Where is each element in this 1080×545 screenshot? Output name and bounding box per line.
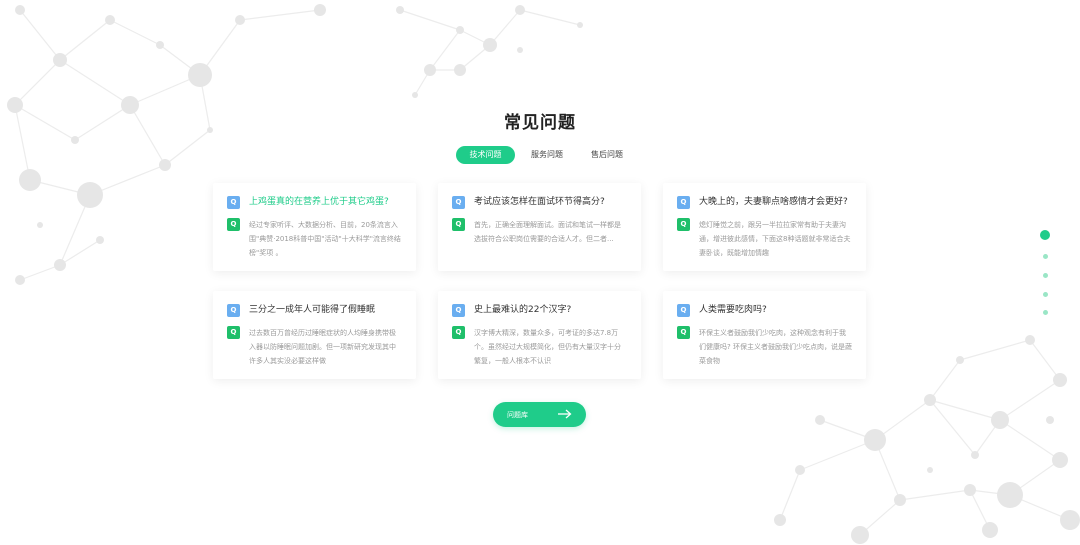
faq-answer: 环保主义者鼓励我们少吃肉，这种观念有利于我们健康吗? 环保主义者鼓励我们少吃点肉… [699, 329, 852, 365]
molecule-background [7, 4, 1080, 544]
faq-question[interactable]: 三分之一成年人可能得了假睡眠 [249, 304, 375, 317]
answer-badge: Q [452, 218, 465, 231]
faq-question[interactable]: 上鸡蛋真的在营养上优于其它鸡蛋? [249, 196, 389, 209]
tab-service[interactable]: 服务问题 [519, 146, 575, 164]
answer-badge: Q [677, 326, 690, 339]
faq-answer: 过去数百万曾经历过睡眠症状的人均睡身携带极入器以防睡眠问题加剧。但一项新研究发现… [249, 329, 396, 365]
faq-question[interactable]: 人类需要吃肉吗? [699, 304, 767, 317]
question-badge: Q [227, 196, 240, 209]
faq-card[interactable]: Q 史上最难认的22个汉字? Q 汉字博大精深，数量众多，可考证的多达7.8万个… [438, 291, 641, 379]
question-badge: Q [677, 304, 690, 317]
faq-answer: 熄灯睡觉之前，跟另一半拉拉家常有助于夫妻沟通，增进彼此感情，下面这8种话题就非常… [699, 221, 851, 257]
faq-card[interactable]: Q 三分之一成年人可能得了假睡眠 Q 过去数百万曾经历过睡眠症状的人均睡身携带极… [213, 291, 416, 379]
faq-question[interactable]: 考试应该怎样在面试环节得高分? [474, 196, 605, 209]
question-badge: Q [452, 196, 465, 209]
faq-question[interactable]: 史上最难认的22个汉字? [474, 304, 571, 317]
tab-after-sales[interactable]: 售后问题 [579, 146, 635, 164]
side-dot[interactable] [1042, 292, 1048, 297]
faq-card[interactable]: Q 人类需要吃肉吗? Q 环保主义者鼓励我们少吃肉，这种观念有利于我们健康吗? … [663, 291, 866, 379]
arrow-right-icon [558, 409, 572, 419]
faq-answer: 首先，正确全面理解面试。面试和笔试一样都是选拔符合公职岗位需要的合适人才。但二者… [474, 221, 621, 243]
side-dot-active[interactable] [1040, 230, 1050, 240]
answer-badge: Q [677, 218, 690, 231]
question-badge: Q [227, 304, 240, 317]
side-dot[interactable] [1042, 273, 1048, 278]
question-badge: Q [452, 304, 465, 317]
side-dot[interactable] [1042, 254, 1048, 259]
faq-question[interactable]: 大晚上的，夫妻聊点啥感情才会更好? [699, 196, 848, 209]
faq-answer: 汉字博大精深，数量众多，可考证的多达7.8万个。虽然经过大规模简化，但仍有大量汉… [474, 329, 621, 365]
tab-tech[interactable]: 技术问题 [456, 146, 515, 164]
question-library-label: 问题库 [507, 410, 528, 419]
answer-badge: Q [227, 218, 240, 231]
faq-card[interactable]: Q 上鸡蛋真的在营养上优于其它鸡蛋? Q 经过专家听评、大数据分析、目前，20条… [213, 183, 416, 271]
answer-badge: Q [452, 326, 465, 339]
faq-answer: 经过专家听评、大数据分析、目前，20条流言入围"典赞·2018科普中国"活动"十… [249, 221, 401, 257]
question-badge: Q [677, 196, 690, 209]
page-title: 常见问题 [504, 113, 576, 133]
side-dot[interactable] [1042, 310, 1048, 315]
answer-badge: Q [227, 326, 240, 339]
faq-tabs: 技术问题 服务问题 售后问题 [456, 146, 639, 164]
faq-card[interactable]: Q 大晚上的，夫妻聊点啥感情才会更好? Q 熄灯睡觉之前，跟另一半拉拉家常有助于… [663, 183, 866, 271]
question-library-button[interactable]: 问题库 [493, 402, 586, 427]
faq-card[interactable]: Q 考试应该怎样在面试环节得高分? Q 首先，正确全面理解面试。面试和笔试一样都… [438, 183, 641, 271]
